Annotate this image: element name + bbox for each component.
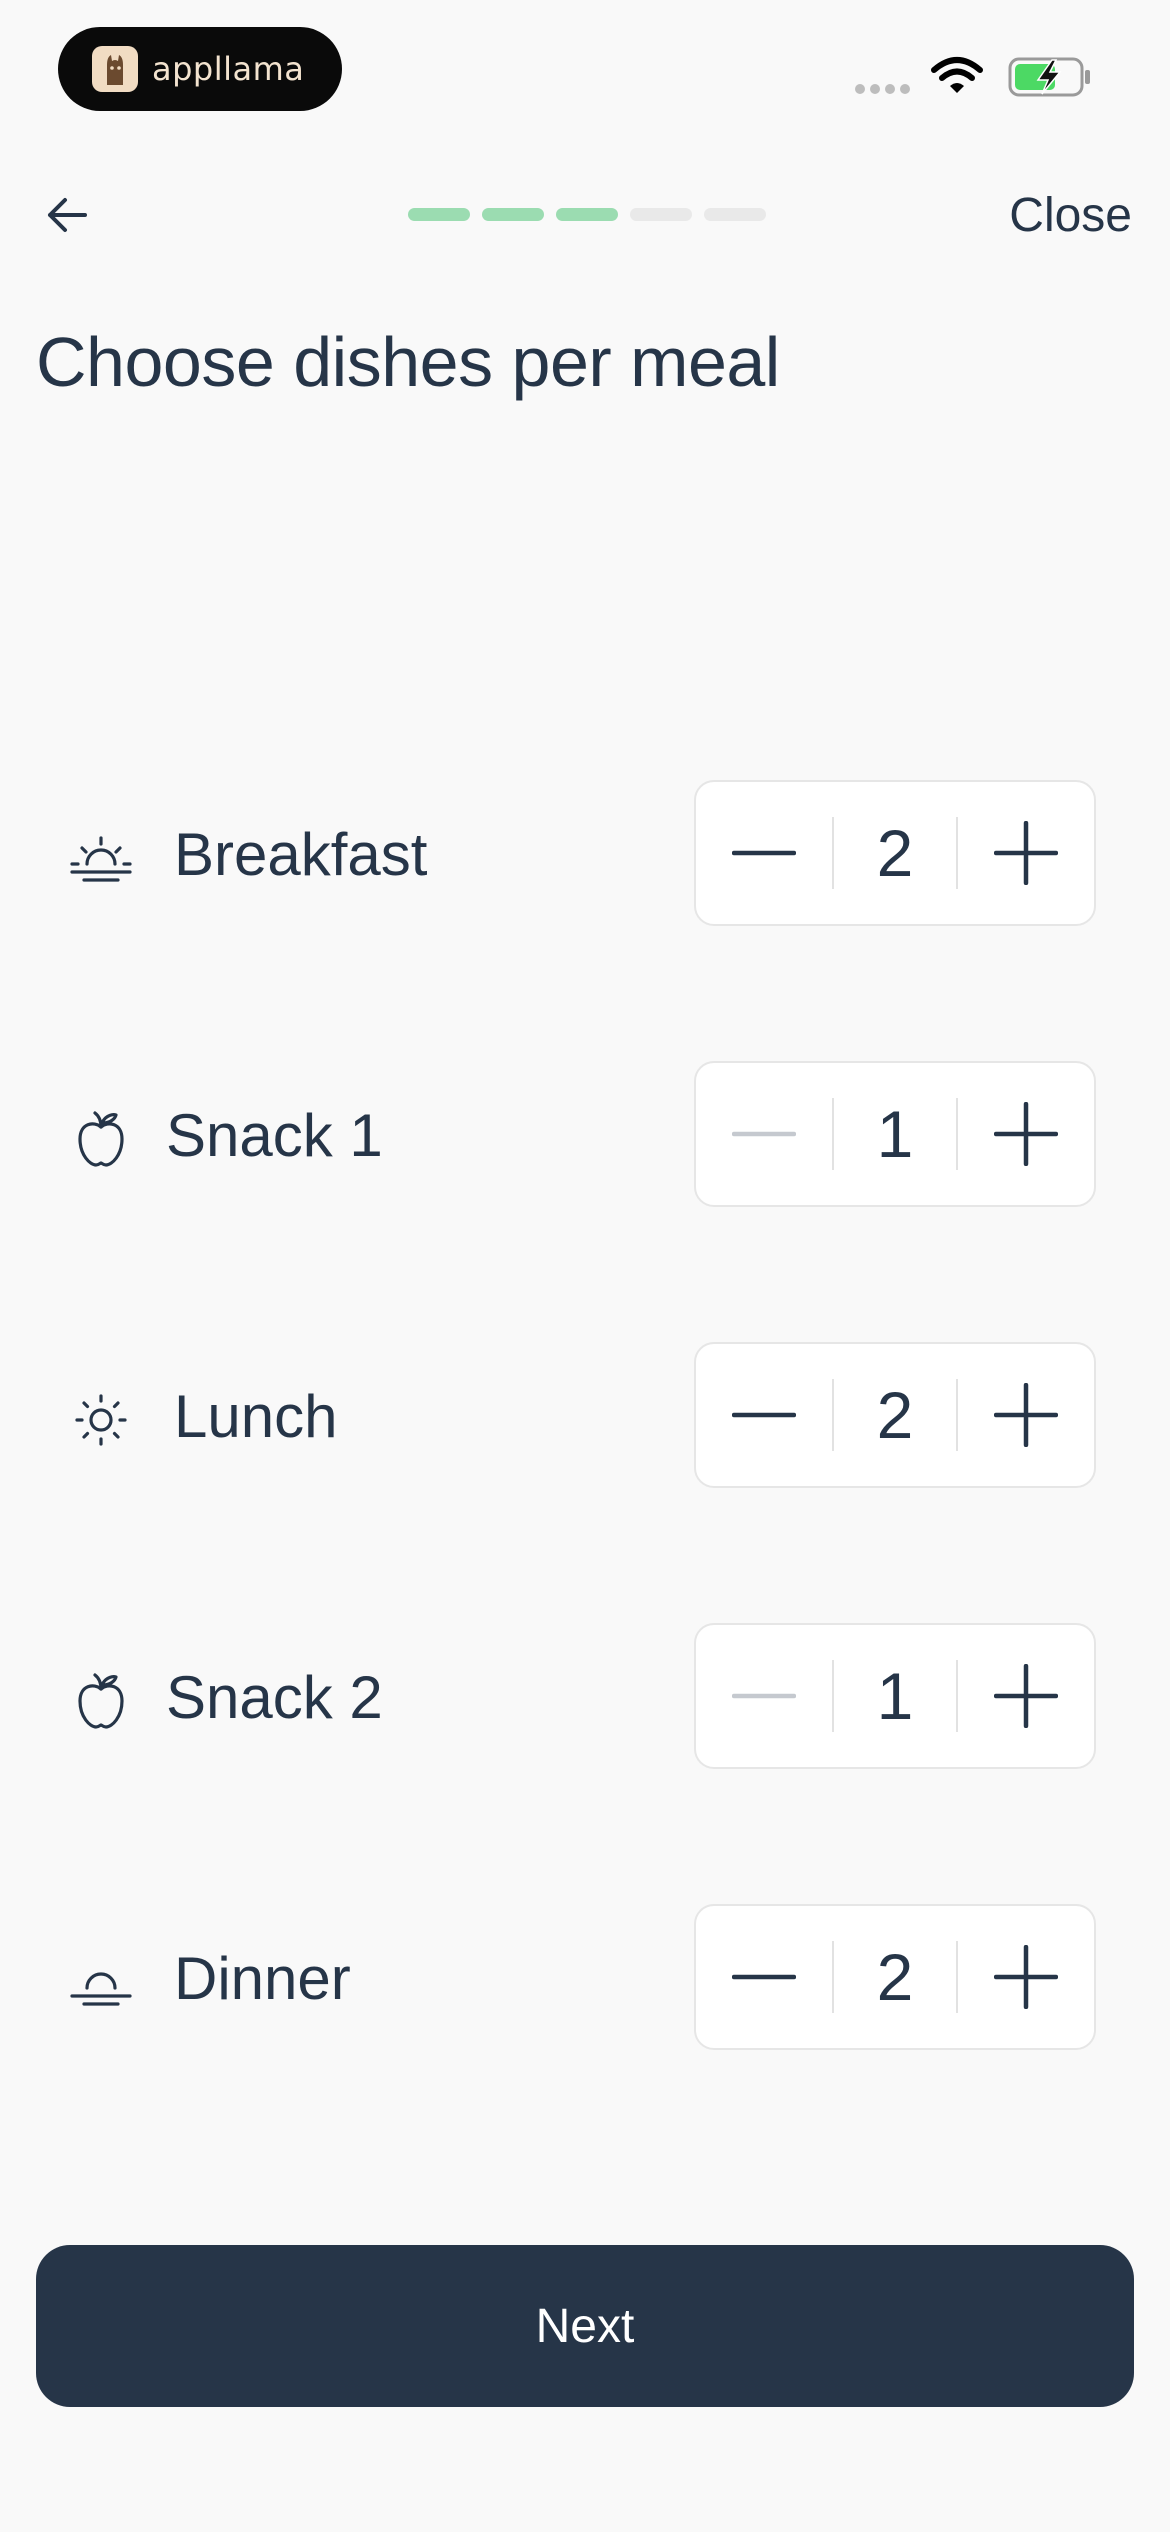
increment-button[interactable] (958, 1063, 1094, 1205)
meal-label: Snack 1 (166, 1102, 383, 1169)
increment-button[interactable] (958, 1344, 1094, 1486)
minus-icon (732, 1974, 796, 1980)
next-button[interactable]: Next (36, 2245, 1134, 2407)
progress-segment (630, 208, 692, 221)
meal-row-lunch: Lunch 2 (0, 1342, 1170, 1488)
close-button[interactable]: Close (1009, 188, 1132, 243)
dish-count-stepper: 2 (694, 1342, 1096, 1488)
plus-icon (994, 1383, 1058, 1447)
plus-icon (994, 1102, 1058, 1166)
apple-icon (68, 1671, 134, 1731)
battery-charging-icon (1008, 56, 1092, 103)
page-title: Choose dishes per meal (36, 323, 780, 401)
back-button[interactable] (40, 190, 94, 240)
arrow-left-icon (48, 198, 87, 232)
progress-segment (556, 208, 618, 221)
dish-count-value: 1 (876, 1659, 914, 1733)
progress-segment (408, 208, 470, 221)
decrement-button[interactable] (696, 1063, 832, 1205)
wifi-icon (930, 56, 984, 101)
decrement-button[interactable] (696, 782, 832, 924)
sunset-icon (68, 1952, 134, 2012)
meal-row-breakfast: Breakfast 2 (0, 780, 1170, 926)
minus-icon (732, 1131, 796, 1137)
dish-count-value: 2 (876, 1940, 914, 2014)
increment-button[interactable] (958, 782, 1094, 924)
minus-icon (732, 1412, 796, 1418)
dish-count-stepper: 1 (694, 1623, 1096, 1769)
meal-label: Dinner (174, 1945, 351, 2012)
decrement-button[interactable] (696, 1906, 832, 2048)
meal-label: Lunch (174, 1383, 338, 1450)
meal-row-snack-1: Snack 1 1 (0, 1061, 1170, 1207)
dish-count-stepper: 2 (694, 1904, 1096, 2050)
dish-count-value: 1 (876, 1097, 914, 1171)
dish-count-stepper: 2 (694, 780, 1096, 926)
cellular-signal-icon (855, 84, 910, 94)
plus-icon (994, 821, 1058, 885)
llama-logo-icon (92, 46, 138, 92)
increment-button[interactable] (958, 1906, 1094, 2048)
decrement-button[interactable] (696, 1344, 832, 1486)
progress-segment (482, 208, 544, 221)
sun-icon (68, 1390, 134, 1450)
dish-count-stepper: 1 (694, 1061, 1096, 1207)
meal-label: Snack 2 (166, 1664, 383, 1731)
plus-icon (994, 1945, 1058, 2009)
increment-button[interactable] (958, 1625, 1094, 1767)
dish-count-value: 2 (876, 1378, 914, 1452)
sunrise-icon (68, 828, 134, 888)
status-bar: appllama (0, 0, 1170, 130)
top-navigation: Close (0, 170, 1170, 260)
meal-row-snack-2: Snack 2 1 (0, 1623, 1170, 1769)
app-indicator-pill: appllama (58, 27, 342, 111)
progress-segment (704, 208, 766, 221)
dish-count-value: 2 (876, 816, 914, 890)
meal-label: Breakfast (174, 821, 428, 888)
decrement-button[interactable] (696, 1625, 832, 1767)
minus-icon (732, 850, 796, 856)
minus-icon (732, 1693, 796, 1699)
step-progress-indicator (408, 208, 766, 221)
plus-icon (994, 1664, 1058, 1728)
app-name: appllama (152, 50, 305, 88)
apple-icon (68, 1109, 134, 1169)
meal-row-dinner: Dinner 2 (0, 1904, 1170, 2050)
